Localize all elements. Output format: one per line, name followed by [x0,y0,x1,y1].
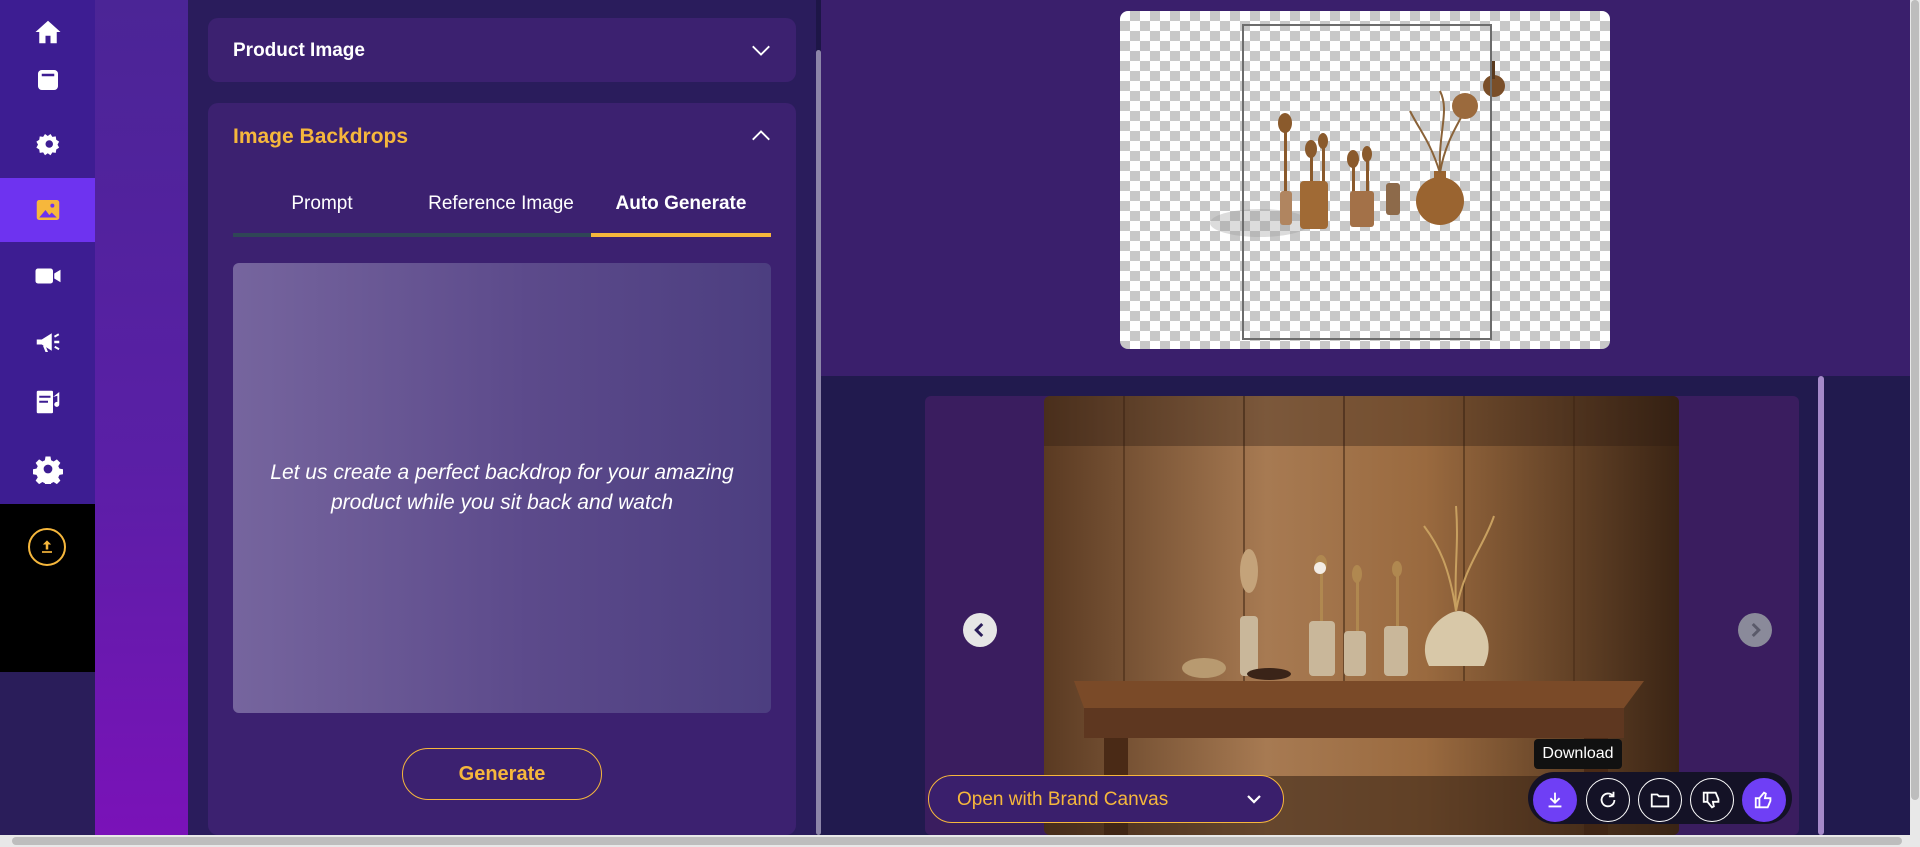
image-icon [36,200,59,220]
brand-canvas-dropdown[interactable]: Open with Brand Canvas [928,775,1284,823]
download-button[interactable] [1533,778,1577,822]
upload-button[interactable] [28,528,66,566]
backdrop-tabs: Prompt Reference Image Auto Generate [233,183,771,237]
folder-icon [1650,793,1670,808]
image-backdrops-title: Image Backdrops [233,125,409,148]
tab-reference-image[interactable]: Reference Image [411,193,591,237]
dislike-button[interactable] [1690,778,1734,822]
chevron-right-icon [1751,622,1761,638]
image-backdrops-section: Image Backdrops Prompt Reference Image A… [208,103,796,835]
product-icon [37,70,58,90]
like-button[interactable] [1742,778,1786,822]
auto-settings-icon [35,134,59,156]
gallery-scrollbar[interactable] [1818,376,1824,835]
chevron-down-icon[interactable] [750,39,772,61]
icon-rail [0,0,95,672]
previous-image-button[interactable] [963,613,997,647]
product-image-title: Product Image [233,40,365,61]
chevron-down-icon [1247,795,1261,804]
window-vertical-scrollbar-thumb[interactable] [1911,0,1919,800]
nav-settings[interactable] [0,437,95,501]
upload-icon [42,540,52,553]
settings-panel: Product Image Image Backdrops Prompt Ref… [188,0,821,835]
nav-content[interactable] [0,370,95,434]
window-horizontal-scrollbar-thumb[interactable] [12,837,1902,845]
tab-auto-generate[interactable]: Auto Generate [591,193,771,237]
nav-product[interactable] [0,48,95,112]
nav-image-backdrops[interactable] [0,178,95,242]
brand-canvas-label: Open with Brand Canvas [957,789,1169,810]
chevron-left-icon [974,622,984,638]
auto-generate-info-box: Let us create a perfect backdrop for you… [233,263,771,713]
next-image-button[interactable] [1738,613,1772,647]
auto-generate-description: Let us create a perfect backdrop for you… [270,461,734,514]
download-tooltip: Download [1534,739,1622,769]
download-icon [1548,792,1562,808]
thumbs-down-icon [1702,791,1720,809]
thumbs-up-icon [1754,791,1772,809]
crop-frame[interactable] [1242,24,1492,340]
content-icon [36,390,59,414]
nav-video[interactable] [0,244,95,308]
settings-icon [32,456,63,484]
tab-prompt[interactable]: Prompt [233,193,411,237]
save-to-folder-button[interactable] [1638,778,1682,822]
regenerate-button[interactable] [1586,778,1630,822]
chevron-up-icon[interactable] [750,125,772,147]
refresh-icon [1600,791,1616,808]
video-icon [35,268,60,284]
generated-photo [1044,396,1679,835]
home-icon [35,20,60,44]
nav-auto-settings[interactable] [0,112,95,176]
megaphone-icon [36,333,60,352]
nav-campaigns[interactable] [0,310,95,374]
generate-button[interactable]: Generate [402,748,602,800]
generated-backdrop-image[interactable] [1044,396,1679,835]
decorative-gradient-strip [95,0,188,835]
product-image-section[interactable]: Product Image [208,18,796,82]
